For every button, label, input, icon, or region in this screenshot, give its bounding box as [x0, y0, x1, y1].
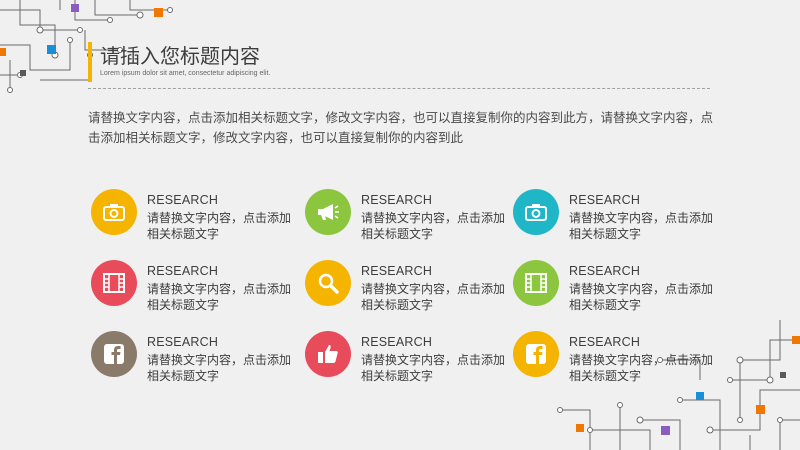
card-description: 请替换文字内容，点击添加相关标题文字	[361, 211, 506, 241]
card-description: 请替换文字内容，点击添加相关标题文字	[361, 353, 506, 383]
research-card-9: RESEARCH 请替换文字内容，点击添加相关标题文字	[513, 331, 713, 387]
card-label: RESEARCH	[147, 264, 219, 278]
card-description: 请替换文字内容，点击添加相关标题文字	[569, 353, 714, 383]
megaphone-icon	[305, 189, 351, 235]
card-description: 请替换文字内容，点击添加相关标题文字	[147, 282, 292, 312]
card-description: 请替换文字内容，点击添加相关标题文字	[361, 282, 506, 312]
dashed-divider	[88, 88, 710, 89]
card-description: 请替换文字内容，点击添加相关标题文字	[569, 211, 714, 241]
card-description: 请替换文字内容，点击添加相关标题文字	[569, 282, 714, 312]
card-label: RESEARCH	[361, 335, 433, 349]
camera-icon	[513, 189, 559, 235]
research-card-6: RESEARCH 请替换文字内容，点击添加相关标题文字	[513, 260, 713, 316]
title-accent-bar	[88, 42, 92, 82]
slide-subtitle: Lorem ipsum dolor sit amet, consectetur …	[100, 70, 271, 77]
facebook-icon	[91, 331, 137, 377]
research-card-1: RESEARCH 请替换文字内容，点击添加相关标题文字	[91, 189, 291, 245]
thumbs-up-icon	[305, 331, 351, 377]
card-label: RESEARCH	[147, 193, 219, 207]
card-label: RESEARCH	[147, 335, 219, 349]
facebook-icon	[513, 331, 559, 377]
research-card-2: RESEARCH 请替换文字内容，点击添加相关标题文字	[305, 189, 505, 245]
card-description: 请替换文字内容，点击添加相关标题文字	[147, 211, 292, 241]
card-label: RESEARCH	[569, 264, 641, 278]
slide-title: 请插入您标题内容	[100, 46, 260, 68]
card-label: RESEARCH	[361, 264, 433, 278]
research-card-7: RESEARCH 请替换文字内容，点击添加相关标题文字	[91, 331, 291, 387]
search-icon	[305, 260, 351, 306]
intro-paragraph: 请替换文字内容，点击添加相关标题文字，修改文字内容，也可以直接复制你的内容到此方…	[88, 111, 714, 145]
card-description: 请替换文字内容，点击添加相关标题文字	[147, 353, 292, 383]
film-icon	[513, 260, 559, 306]
card-label: RESEARCH	[569, 193, 641, 207]
research-card-3: RESEARCH 请替换文字内容，点击添加相关标题文字	[513, 189, 713, 245]
camera-icon	[91, 189, 137, 235]
research-card-4: RESEARCH 请替换文字内容，点击添加相关标题文字	[91, 260, 291, 316]
card-label: RESEARCH	[569, 335, 641, 349]
research-card-5: RESEARCH 请替换文字内容，点击添加相关标题文字	[305, 260, 505, 316]
film-icon	[91, 260, 137, 306]
research-card-8: RESEARCH 请替换文字内容，点击添加相关标题文字	[305, 331, 505, 387]
card-label: RESEARCH	[361, 193, 433, 207]
